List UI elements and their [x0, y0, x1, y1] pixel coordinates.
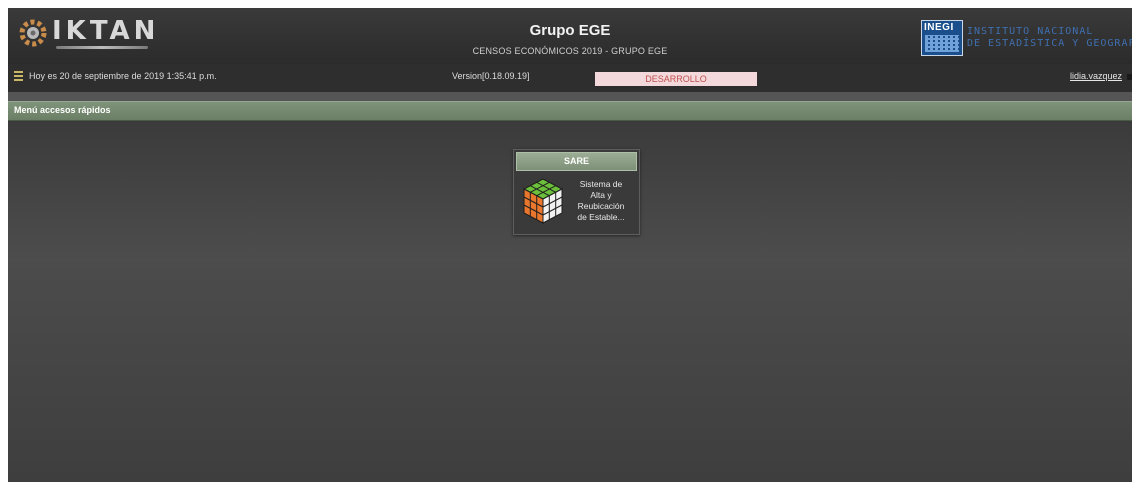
quick-access-menu-bar: Menú accesos rápidos: [8, 101, 1132, 121]
page-title: Grupo EGE: [529, 22, 611, 39]
inegi-name: INSTITUTO NACIONAL DE ESTADÍSTICA Y GEOG…: [967, 26, 1132, 50]
status-bar: Hoy es 20 de septiembre de 2019 1:35:41 …: [8, 64, 1132, 92]
current-date: Hoy es 20 de septiembre de 2019 1:35:41 …: [29, 71, 217, 81]
page-subtitle: CENSOS ECONÓMICOS 2019 - GRUPO EGE: [472, 46, 668, 56]
tile-desc-line: Sistema de: [579, 179, 623, 189]
user-link[interactable]: lidia.vazquez: [1070, 71, 1122, 81]
inegi-name-line1: INSTITUTO NACIONAL: [967, 26, 1094, 37]
app-header: IKTAN Grupo EGE CENSOS ECONÓMICOS 2019 -…: [8, 8, 1132, 64]
tile-description: Sistema de Alta y Reubicación de Estable…: [566, 179, 636, 223]
environment-badge: DESARROLLO: [595, 72, 757, 86]
inegi-logo-label: INEGI: [924, 22, 954, 33]
user-menu-icon[interactable]: [1127, 74, 1132, 80]
inegi-logo[interactable]: INEGI: [921, 20, 963, 56]
tile-desc-line: de Estable...: [577, 212, 625, 222]
tile-desc-line: Reubicación: [577, 201, 625, 211]
menu-list-icon[interactable]: [14, 71, 23, 81]
quick-access-panel: SARE Sistema de Alta y Reubicación de Es…: [8, 121, 1132, 262]
tile-title: SARE: [516, 152, 637, 171]
rubiks-cube-icon: [522, 178, 564, 224]
tile-sare[interactable]: SARE Sistema de Alta y Reubicación de Es…: [513, 149, 640, 235]
app-window: IKTAN Grupo EGE CENSOS ECONÓMICOS 2019 -…: [8, 8, 1132, 482]
inegi-name-line2: DE ESTADÍSTICA Y GEOGRAFÍA: [967, 38, 1132, 49]
menu-title: Menú accesos rápidos: [14, 105, 111, 115]
inegi-grid-icon: [925, 35, 959, 52]
version-label: Version[0.18.09.19]: [452, 71, 530, 81]
tile-desc-line: Alta y: [590, 190, 612, 200]
